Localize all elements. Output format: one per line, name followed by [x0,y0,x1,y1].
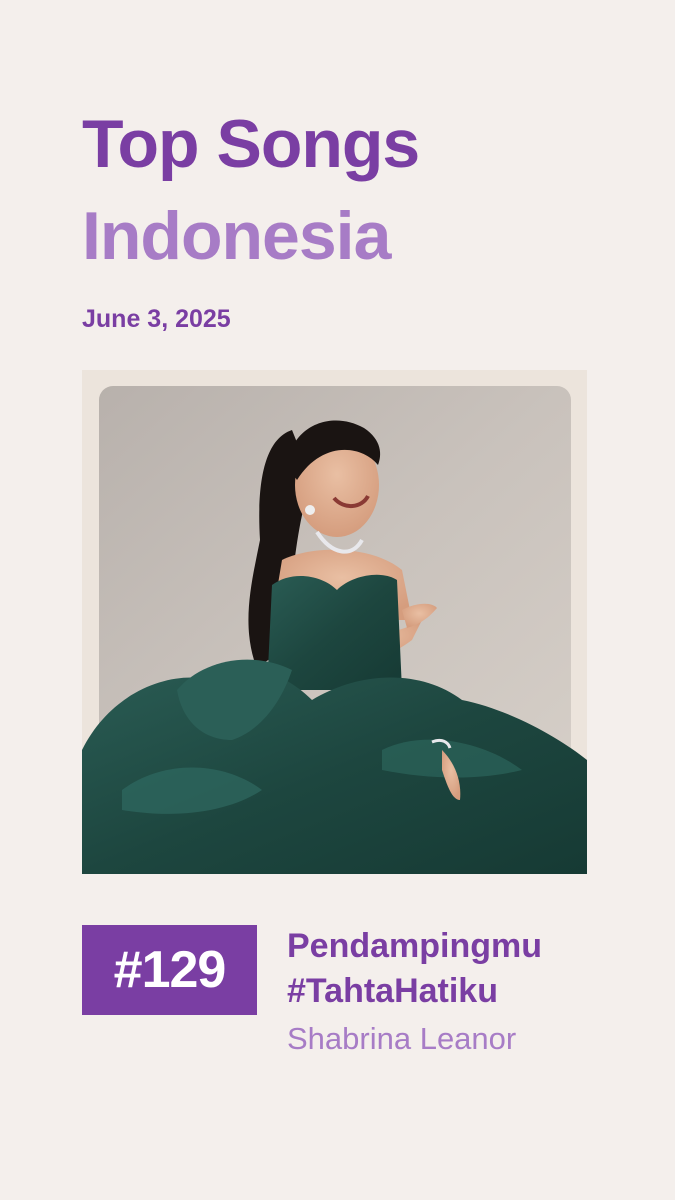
chart-date: June 3, 2025 [82,305,231,333]
title-top-songs: Top Songs [82,106,420,182]
song-title-line2: #TahtaHatiku [287,972,498,1010]
rank-number: #129 [113,941,227,999]
artist-name: Shabrina Leanor [287,1021,517,1056]
title-country: Indonesia [82,198,391,274]
song-title-line1: Pendampingmu [287,927,543,965]
artist-photo [82,370,587,874]
rank-badge: #129 [82,925,257,1015]
